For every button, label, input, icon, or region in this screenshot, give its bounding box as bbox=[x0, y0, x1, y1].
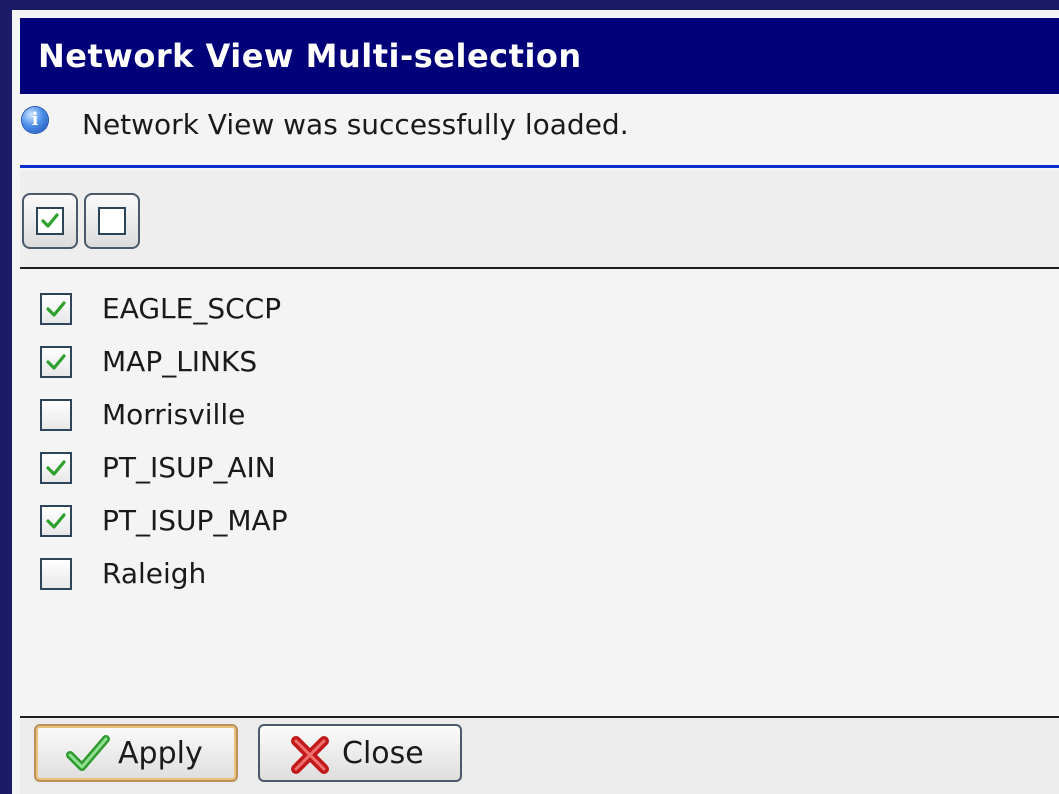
deselect-all-button[interactable] bbox=[84, 193, 140, 249]
list-item-label: PT_ISUP_MAP bbox=[102, 504, 288, 537]
select-all-button[interactable] bbox=[22, 193, 78, 249]
checkbox[interactable] bbox=[40, 346, 72, 378]
list-item[interactable]: Raleigh bbox=[40, 554, 640, 594]
list-item[interactable]: Morrisville bbox=[40, 395, 640, 435]
list-item-label: Morrisville bbox=[102, 398, 246, 431]
list-item[interactable]: MAP_LINKS bbox=[40, 342, 640, 382]
green-check-icon bbox=[66, 735, 110, 781]
network-view-list: EAGLE_SCCP MAP_LINKS Morrisville PT_ISUP… bbox=[20, 269, 1059, 718]
checked-box-icon bbox=[36, 207, 64, 235]
apply-label: Apply bbox=[118, 736, 203, 771]
checkbox[interactable] bbox=[40, 293, 72, 325]
list-item-label: PT_ISUP_AIN bbox=[102, 451, 276, 484]
apply-button[interactable]: Apply bbox=[34, 724, 238, 782]
checkbox[interactable] bbox=[40, 399, 72, 431]
list-item[interactable]: EAGLE_SCCP bbox=[40, 289, 640, 329]
dialog-left-frame bbox=[12, 10, 20, 794]
dialog-footer: Apply Close bbox=[20, 718, 1059, 794]
close-label: Close bbox=[342, 736, 424, 771]
checkbox[interactable] bbox=[40, 452, 72, 484]
close-button[interactable]: Close bbox=[258, 724, 462, 782]
list-item-label: Raleigh bbox=[102, 557, 207, 590]
checkbox[interactable] bbox=[40, 558, 72, 590]
dialog-title: Network View Multi-selection bbox=[20, 18, 1059, 94]
empty-box-icon bbox=[98, 207, 126, 235]
list-item[interactable]: PT_ISUP_AIN bbox=[40, 448, 640, 488]
info-icon: i bbox=[22, 107, 48, 133]
info-message: Network View was successfully loaded. bbox=[82, 108, 629, 141]
list-item-label: MAP_LINKS bbox=[102, 345, 258, 378]
red-x-icon bbox=[288, 735, 332, 783]
selection-toolbar bbox=[20, 171, 1059, 269]
info-bar: i Network View was successfully loaded. bbox=[20, 94, 1059, 168]
list-item-label: EAGLE_SCCP bbox=[102, 292, 282, 325]
checkbox[interactable] bbox=[40, 505, 72, 537]
list-item[interactable]: PT_ISUP_MAP bbox=[40, 501, 640, 541]
